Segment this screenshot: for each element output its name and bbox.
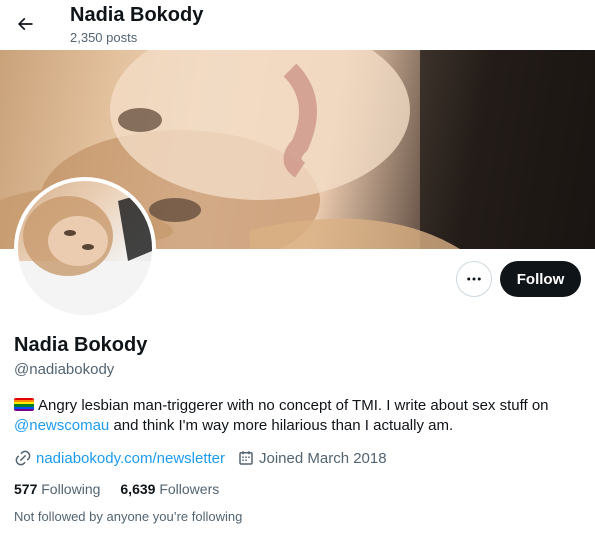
following-stat[interactable]: 577 Following xyxy=(14,481,100,497)
followers-count: 6,639 xyxy=(120,481,156,497)
back-button[interactable] xyxy=(8,7,42,41)
bio-text-2: and think I'm way more hilarious than I … xyxy=(113,417,454,434)
more-options-button[interactable] xyxy=(456,261,492,297)
more-horizontal-icon xyxy=(467,277,481,281)
joined-date: Joined March 2018 xyxy=(259,449,387,467)
avatar-photo xyxy=(18,181,152,315)
joined-item: Joined March 2018 xyxy=(237,449,387,467)
top-bar: Nadia Bokody 2,350 posts xyxy=(0,0,595,50)
followers-label: Followers xyxy=(159,481,220,497)
bio-text-1: Angry lesbian man-triggerer with no conc… xyxy=(38,397,549,414)
profile-handle: @nadiabokody xyxy=(14,361,115,378)
header-posts-count: 2,350 posts xyxy=(70,30,138,45)
header-name: Nadia Bokody xyxy=(70,4,204,26)
profile-stats: 577 Following 6,639 Followers xyxy=(14,479,239,499)
rainbow-flag-icon xyxy=(14,398,34,411)
arrow-left-icon xyxy=(17,17,33,31)
following-count: 577 xyxy=(14,481,38,497)
calendar-icon xyxy=(239,451,253,465)
profile-bio: Angry lesbian man-triggerer with no conc… xyxy=(14,396,584,436)
follow-button[interactable]: Follow xyxy=(500,261,581,297)
avatar[interactable] xyxy=(14,177,156,319)
following-label: Following xyxy=(41,481,101,497)
bio-mention-link[interactable]: @newscomau xyxy=(14,417,109,434)
profile-meta: nadiabokody.com/newsletter Joined March … xyxy=(14,448,399,468)
followers-stat[interactable]: 6,639 Followers xyxy=(120,481,219,497)
link-icon xyxy=(15,450,31,466)
website-link[interactable]: nadiabokody.com/newsletter xyxy=(36,450,225,467)
not-followed-note: Not followed by anyone you’re following xyxy=(14,509,243,524)
website-item: nadiabokody.com/newsletter xyxy=(14,449,225,467)
profile-display-name: Nadia Bokody xyxy=(14,334,148,356)
